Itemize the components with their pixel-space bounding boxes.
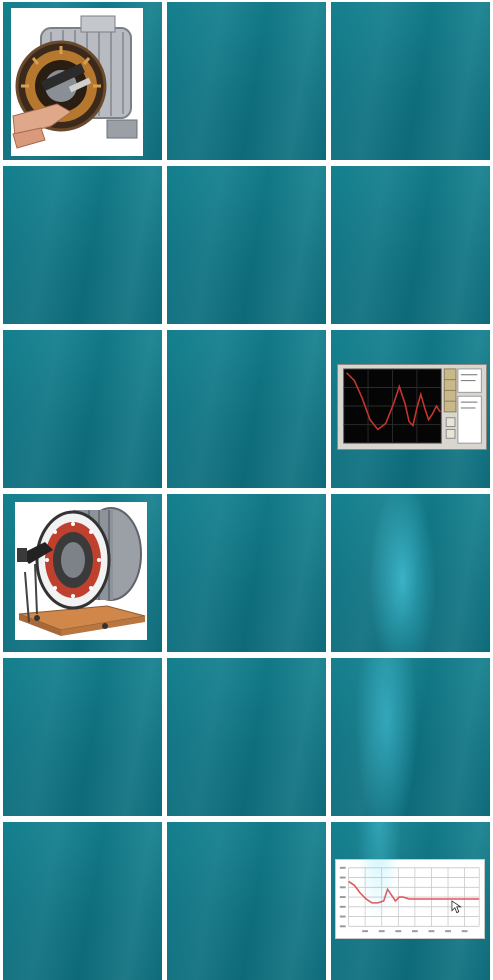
tile-oscilloscope[interactable] [331, 330, 490, 488]
tile-line-plot[interactable] [331, 822, 490, 980]
tile-empty[interactable] [167, 658, 326, 816]
tile-empty[interactable] [3, 822, 162, 980]
tile-empty[interactable] [167, 330, 326, 488]
tile-stator-rig[interactable] [3, 494, 162, 652]
waveform-icon [337, 364, 487, 450]
tile-empty[interactable] [167, 822, 326, 980]
stator-rig-icon [15, 502, 147, 640]
tile-empty[interactable] [331, 2, 490, 160]
line-chart-icon [335, 859, 485, 939]
tile-empty[interactable] [3, 658, 162, 816]
tile-empty[interactable] [167, 494, 326, 652]
tile-empty[interactable] [331, 494, 490, 652]
tile-empty[interactable] [3, 330, 162, 488]
electric-motor-icon [11, 8, 143, 156]
tile-motor[interactable] [3, 2, 162, 160]
tile-empty[interactable] [331, 166, 490, 324]
tile-empty[interactable] [167, 166, 326, 324]
image-tile-grid [0, 0, 493, 980]
tile-empty[interactable] [167, 2, 326, 160]
tile-empty[interactable] [331, 658, 490, 816]
tile-empty[interactable] [3, 166, 162, 324]
